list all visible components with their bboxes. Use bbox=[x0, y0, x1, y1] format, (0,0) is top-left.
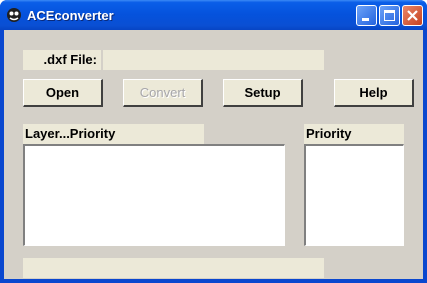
convert-button[interactable]: Convert bbox=[123, 79, 203, 107]
dxf-file-label: .dxf File: bbox=[23, 50, 101, 70]
close-button[interactable] bbox=[402, 5, 423, 26]
close-icon bbox=[407, 10, 418, 21]
minimize-icon bbox=[362, 18, 369, 21]
dxf-file-field bbox=[103, 50, 324, 70]
maximize-button[interactable] bbox=[379, 5, 400, 26]
setup-button[interactable]: Setup bbox=[223, 79, 303, 107]
minimize-button[interactable] bbox=[356, 5, 377, 26]
priority-list[interactable] bbox=[304, 144, 404, 246]
layer-priority-header: Layer...Priority bbox=[23, 124, 204, 144]
help-button[interactable]: Help bbox=[334, 79, 414, 107]
status-bar bbox=[23, 258, 324, 278]
maximize-icon bbox=[384, 10, 395, 21]
app-icon bbox=[7, 8, 21, 22]
layer-list[interactable] bbox=[23, 144, 285, 246]
title-bar[interactable]: ACEconverter bbox=[0, 0, 427, 30]
client-area: .dxf File: Open Convert Setup Help Layer… bbox=[4, 30, 423, 279]
window-title: ACEconverter bbox=[27, 8, 114, 23]
open-button[interactable]: Open bbox=[23, 79, 103, 107]
app-window: ACEconverter .dxf File: Open Convert Set… bbox=[0, 0, 427, 283]
priority-header: Priority bbox=[304, 124, 404, 144]
